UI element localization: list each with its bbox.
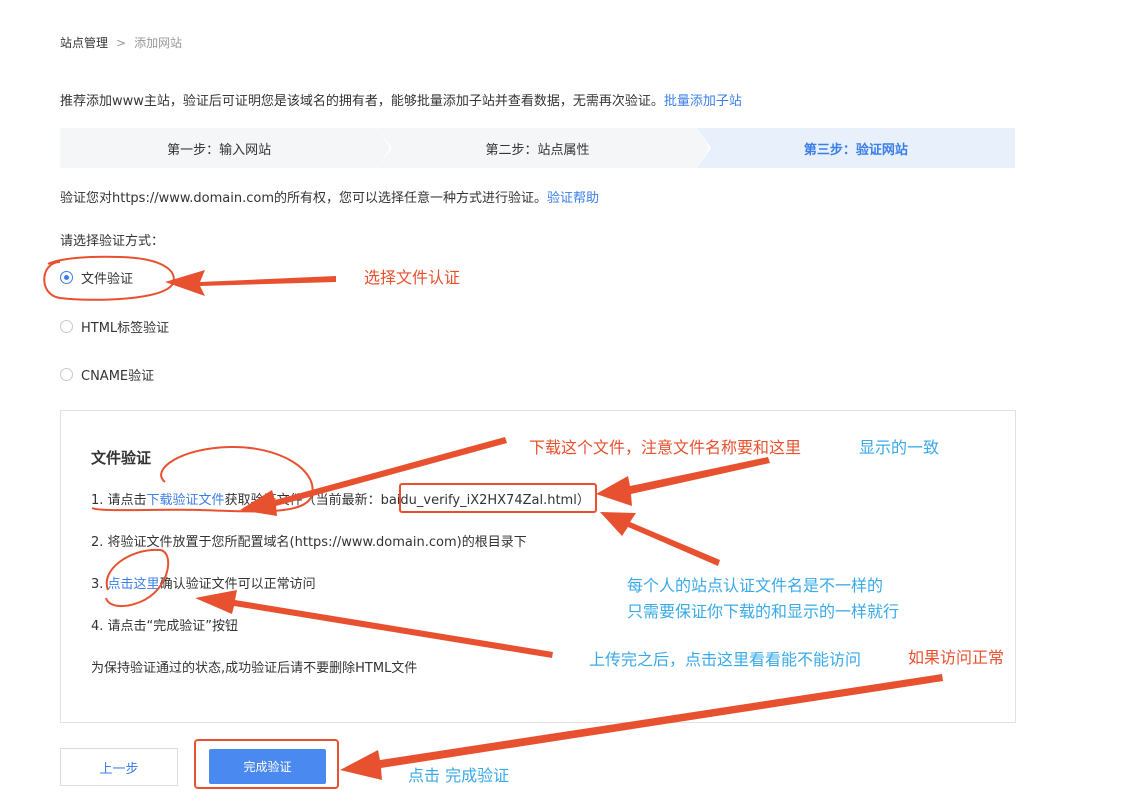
panel-title: 文件验证: [91, 449, 152, 467]
panel-step-3: 3. 点击这里确认验证文件可以正常访问: [91, 573, 316, 592]
annotation-select-file: 选择文件认证: [364, 268, 461, 287]
panel-step-4: 4. 请点击“完成验证”按钮: [91, 619, 239, 634]
breadcrumb-current: 添加网站: [134, 36, 183, 50]
breadcrumb-root[interactable]: 站点管理: [60, 34, 108, 51]
annotation-download-note-blue: 显示的一致: [859, 438, 940, 457]
method-file-label: 文件验证: [81, 272, 134, 287]
method-cname-label: CNAME验证: [81, 369, 155, 384]
arrow-to-radio: [165, 270, 336, 296]
intro-text: 推荐添加www主站，验证后可证明您是该域名的拥有者，能够批量添加子站并查看数据，…: [60, 90, 742, 109]
radio-html[interactable]: [60, 320, 73, 333]
method-label: 请选择验证方式：: [60, 234, 165, 249]
panel-note: 为保持验证通过的状态,成功验证后请不要删除HTML文件: [91, 661, 418, 676]
step-1-label: 第一步：输入网站: [167, 142, 272, 158]
verify-filename: baidu_verify_iX2HX74Zal.html: [380, 493, 577, 508]
annotation-if-ok: 如果访问正常: [908, 648, 1005, 667]
annotation-download-note: 下载这个文件，注意文件名称要和这里: [529, 438, 802, 457]
method-html-label: HTML标签验证: [81, 321, 170, 336]
batch-add-subsite-link[interactable]: 批量添加子站: [664, 94, 742, 109]
click-here-link[interactable]: 点击这里: [108, 577, 160, 592]
verify-help-link[interactable]: 验证帮助: [547, 191, 599, 206]
intro-description: 推荐添加www主站，验证后可证明您是该域名的拥有者，能够批量添加子站并查看数据，…: [60, 94, 664, 109]
annotation-each-site-1: 每个人的站点认证文件名是不一样的: [627, 576, 884, 595]
step-1: 第一步：输入网站: [60, 128, 393, 168]
step1-prefix: 1. 请点击: [91, 493, 147, 508]
panel-step-2: 2. 将验证文件放置于您所配置域名(https://www.domain.com…: [91, 535, 527, 550]
radio-file[interactable]: [60, 271, 73, 284]
panel-step-1: 1. 请点击下载验证文件获取验证文件（当前最新：baidu_verify_iX2…: [91, 489, 590, 508]
method-cname-option[interactable]: CNAME验证: [60, 365, 154, 384]
step-progress: 第一步：输入网站 第二步：站点属性 第三步：验证网站: [60, 128, 1015, 168]
annotation-click-finish: 点击 完成验证: [408, 766, 510, 785]
step-2: 第二步：站点属性: [378, 128, 711, 168]
breadcrumb: 站点管理 > 添加网站: [60, 34, 182, 51]
download-verify-file-link[interactable]: 下载验证文件: [147, 493, 225, 508]
breadcrumb-separator-icon: >: [116, 35, 127, 50]
step1-mid: 获取验证文件（当前最新：: [224, 493, 381, 508]
step3-suffix: 确认验证文件可以正常访问: [159, 577, 316, 592]
step-3: 第三步：验证网站: [696, 128, 1015, 168]
radio-cname[interactable]: [60, 368, 73, 381]
step1-suffix: ）: [576, 493, 590, 508]
annotation-each-site-2: 只需要保证你下载的和显示的一样就行: [627, 602, 900, 621]
method-html-option[interactable]: HTML标签验证: [60, 317, 169, 336]
method-file-option[interactable]: 文件验证: [60, 268, 133, 287]
verify-description: 验证您对https://www.domain.com的所有权，您可以选择任意一种…: [60, 187, 599, 206]
step-2-label: 第二步：站点属性: [485, 142, 590, 158]
step3-prefix: 3.: [91, 577, 108, 592]
verify-description-text: 验证您对https://www.domain.com的所有权，您可以选择任意一种…: [60, 191, 548, 206]
finish-verify-button[interactable]: 完成验证: [209, 749, 326, 784]
step-3-label: 第三步：验证网站: [803, 142, 908, 158]
prev-step-button[interactable]: 上一步: [60, 748, 178, 786]
annotation-after-upload: 上传完之后，点击这里看看能不能访问: [589, 650, 862, 669]
